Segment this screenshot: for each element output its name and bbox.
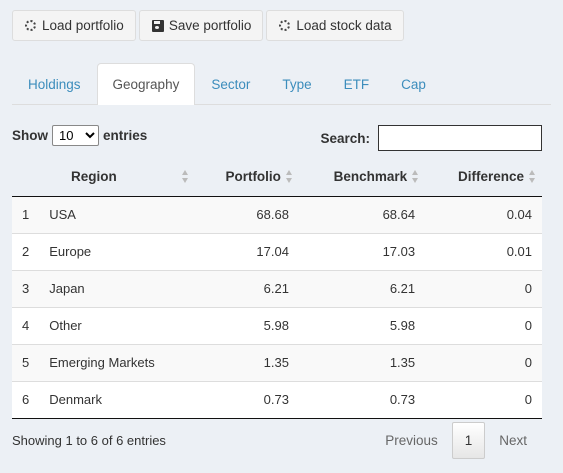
benchmark-header-label: Benchmark — [333, 169, 408, 185]
table-info: Showing 1 to 6 of 6 entries — [12, 433, 166, 448]
benchmark-cell: 17.03 — [298, 232, 426, 270]
save-portfolio-button[interactable]: Save portfolio — [138, 10, 264, 41]
region-cell: Europe — [39, 232, 196, 270]
entries-label: entries — [103, 128, 148, 143]
page-length-control: Show 10 entries — [12, 125, 147, 146]
difference-cell: 0 — [425, 343, 542, 381]
page-1-button[interactable]: 1 — [451, 422, 486, 459]
table-row[interactable]: 3 Japan 6.21 6.21 0 — [12, 269, 542, 307]
spinner-icon — [25, 19, 38, 32]
benchmark-cell: 5.98 — [298, 306, 426, 344]
region-cell: USA — [39, 196, 196, 233]
tab-sector[interactable]: Sector — [195, 63, 266, 104]
show-label: Show — [12, 128, 48, 143]
table-row[interactable]: 2 Europe 17.04 17.03 0.01 — [12, 232, 542, 270]
previous-page-button[interactable]: Previous — [371, 422, 452, 459]
portfolio-cell: 0.73 — [195, 380, 299, 419]
sort-icon — [529, 170, 536, 183]
region-cell: Other — [39, 306, 196, 344]
pagination: Previous 1 Next — [371, 422, 541, 459]
tab-bar: Holdings Geography Sector Type ETF Cap — [12, 63, 551, 105]
tab-holdings[interactable]: Holdings — [12, 63, 97, 104]
row-index: 5 — [12, 343, 40, 381]
table-row[interactable]: 6 Denmark 0.73 0.73 0 — [12, 380, 542, 419]
load-stock-data-button[interactable]: Load stock data — [266, 10, 404, 41]
tab-geography[interactable]: Geography — [96, 63, 196, 105]
table-header-row: Region Portfolio Benchmark Difference — [12, 158, 542, 197]
row-index: 2 — [12, 232, 40, 270]
region-header-label: Region — [71, 169, 117, 185]
search-control: Search: — [320, 125, 542, 151]
difference-cell: 0 — [425, 269, 542, 307]
tab-cap[interactable]: Cap — [385, 63, 442, 104]
tab-type[interactable]: Type — [266, 63, 327, 104]
benchmark-cell: 68.64 — [298, 196, 426, 233]
portfolio-cell: 6.21 — [195, 269, 299, 307]
table-row[interactable]: 4 Other 5.98 5.98 0 — [12, 306, 542, 344]
geography-table: Region Portfolio Benchmark Difference 1 … — [12, 158, 542, 419]
table-row[interactable]: 1 USA 68.68 68.64 0.04 — [12, 196, 542, 233]
benchmark-cell: 0.73 — [298, 380, 426, 419]
difference-header-label: Difference — [457, 169, 524, 185]
search-input[interactable] — [378, 125, 542, 151]
save-portfolio-label: Save portfolio — [168, 18, 252, 33]
portfolio-header-label: Portfolio — [225, 169, 281, 185]
load-stock-data-label: Load stock data — [296, 18, 392, 33]
portfolio-cell: 1.35 — [195, 343, 299, 381]
search-label: Search: — [320, 130, 370, 146]
sort-icon — [412, 170, 419, 183]
portfolio-column-header[interactable]: Portfolio — [195, 158, 299, 197]
difference-cell: 0 — [425, 306, 542, 344]
toolbar: Load portfolio Save portfolio Load stock… — [12, 10, 404, 41]
load-portfolio-button[interactable]: Load portfolio — [12, 10, 136, 41]
sort-icon — [182, 170, 189, 183]
region-column-header[interactable]: Region — [12, 158, 196, 197]
region-cell: Emerging Markets — [39, 343, 196, 381]
difference-column-header[interactable]: Difference — [425, 158, 542, 197]
difference-cell: 0.01 — [425, 232, 542, 270]
row-index: 3 — [12, 269, 40, 307]
floppy-disk-icon — [151, 19, 165, 32]
benchmark-column-header[interactable]: Benchmark — [298, 158, 426, 197]
spinner-icon — [279, 19, 292, 32]
portfolio-cell: 17.04 — [195, 232, 299, 270]
row-index: 6 — [12, 380, 40, 419]
page-length-select[interactable]: 10 — [52, 125, 99, 146]
next-page-button[interactable]: Next — [485, 422, 541, 459]
region-cell: Denmark — [39, 380, 196, 419]
difference-cell: 0 — [425, 380, 542, 419]
tab-etf[interactable]: ETF — [328, 63, 386, 104]
table-row[interactable]: 5 Emerging Markets 1.35 1.35 0 — [12, 343, 542, 381]
row-index: 1 — [12, 196, 40, 233]
benchmark-cell: 6.21 — [298, 269, 426, 307]
difference-cell: 0.04 — [425, 196, 542, 233]
portfolio-cell: 68.68 — [195, 196, 299, 233]
sort-icon — [285, 170, 293, 183]
portfolio-cell: 5.98 — [195, 306, 299, 344]
load-portfolio-label: Load portfolio — [42, 18, 124, 33]
benchmark-cell: 1.35 — [298, 343, 426, 381]
region-cell: Japan — [39, 269, 196, 307]
row-index: 4 — [12, 306, 40, 344]
